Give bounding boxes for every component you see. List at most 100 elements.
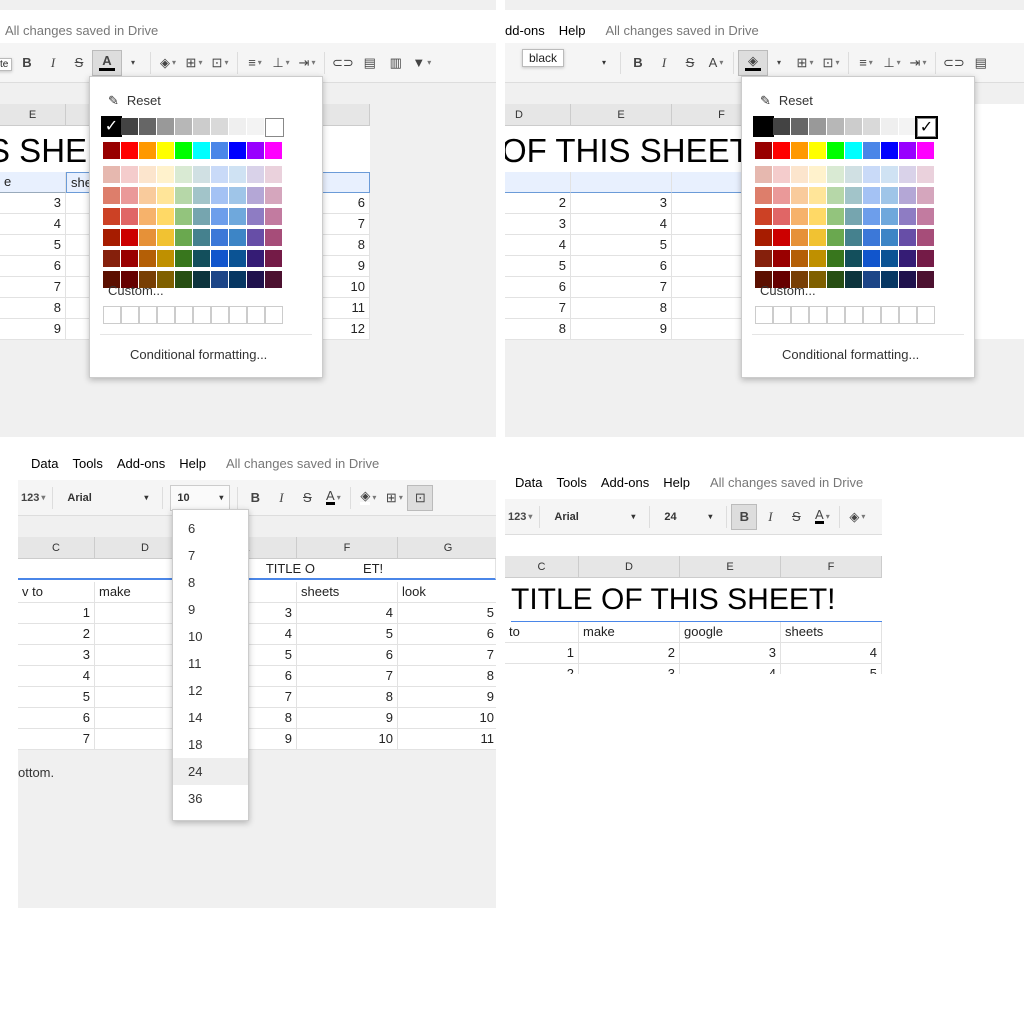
color-swatch[interactable] xyxy=(103,229,120,246)
color-swatch[interactable] xyxy=(247,271,264,288)
cell[interactable]: 2 xyxy=(579,643,680,664)
cell[interactable] xyxy=(66,193,90,214)
cell[interactable]: 4 xyxy=(781,643,882,664)
font-size-option[interactable]: 11 xyxy=(173,650,248,677)
color-swatch[interactable] xyxy=(863,187,880,204)
font-size-option[interactable]: 12 xyxy=(173,677,248,704)
color-swatch[interactable] xyxy=(863,166,880,183)
color-swatch[interactable] xyxy=(175,208,192,225)
cell[interactable] xyxy=(66,235,90,256)
column-header[interactable]: E xyxy=(680,556,781,578)
cell[interactable] xyxy=(66,319,90,340)
color-swatch[interactable] xyxy=(791,166,808,183)
color-swatch[interactable] xyxy=(917,166,934,183)
font-size-select[interactable]: 24 ▾ xyxy=(657,503,720,530)
color-swatch[interactable] xyxy=(103,187,120,204)
color-swatch[interactable] xyxy=(809,142,826,159)
custom-color-swatch[interactable] xyxy=(755,306,773,324)
color-swatch[interactable] xyxy=(157,250,174,267)
strikethrough-button[interactable]: S xyxy=(294,485,320,511)
cell[interactable]: 9 xyxy=(398,687,496,708)
color-swatch[interactable] xyxy=(193,271,210,288)
cell[interactable]: v to xyxy=(18,582,95,603)
color-swatch[interactable] xyxy=(755,208,772,225)
color-swatch[interactable] xyxy=(139,229,156,246)
cell[interactable]: 3 xyxy=(571,193,672,214)
color-swatch[interactable] xyxy=(175,118,192,135)
cell[interactable]: 6 xyxy=(571,256,672,277)
comment-button[interactable]: ▤ xyxy=(357,50,383,76)
color-swatch[interactable] xyxy=(265,166,282,183)
color-swatch[interactable] xyxy=(917,229,934,246)
custom-color-swatch[interactable] xyxy=(193,306,211,324)
cell[interactable]: 1 xyxy=(505,643,579,664)
font-family-select[interactable]: Arial ▾ xyxy=(60,484,156,511)
cell[interactable]: 8 xyxy=(505,319,571,340)
color-swatch[interactable] xyxy=(121,229,138,246)
color-swatch[interactable]: ✓ xyxy=(101,116,122,137)
italic-button[interactable]: I xyxy=(651,50,677,76)
strikethrough-button[interactable]: S xyxy=(66,50,92,76)
color-swatch[interactable] xyxy=(175,142,192,159)
color-swatch[interactable] xyxy=(193,142,210,159)
menu-addons[interactable]: dd-ons xyxy=(505,23,545,38)
color-swatch[interactable] xyxy=(121,118,138,135)
cell[interactable]: 4 xyxy=(680,664,781,674)
color-swatch[interactable] xyxy=(157,229,174,246)
color-swatch[interactable] xyxy=(157,142,174,159)
align-button[interactable]: ≡ ▾ xyxy=(853,50,879,76)
cell[interactable]: 4 xyxy=(0,214,66,235)
menu-help[interactable]: Help xyxy=(559,23,586,38)
cell[interactable]: 6 xyxy=(505,277,571,298)
custom-color-swatch[interactable] xyxy=(791,306,809,324)
fill-color-button[interactable]: ◈ ▾ xyxy=(355,485,381,511)
cell[interactable]: 3 xyxy=(18,645,95,666)
color-swatch[interactable] xyxy=(121,208,138,225)
cell[interactable]: 6 xyxy=(18,708,95,729)
column-header[interactable]: D xyxy=(505,104,571,126)
reset-color-item[interactable]: ✎ Reset xyxy=(108,93,161,109)
cell[interactable]: 7 xyxy=(571,277,672,298)
cell[interactable]: 5 xyxy=(18,687,95,708)
color-swatch[interactable] xyxy=(103,250,120,267)
merge-cells-button[interactable]: ⊡ xyxy=(407,484,434,511)
cell[interactable]: 5 xyxy=(781,664,882,674)
color-swatch[interactable] xyxy=(791,208,808,225)
color-swatch[interactable] xyxy=(247,208,264,225)
borders-button[interactable]: ⊞ ▾ xyxy=(792,50,818,76)
color-swatch[interactable] xyxy=(863,271,880,288)
text-color-button[interactable]: A ▾ xyxy=(703,50,729,76)
cell[interactable]: 7 xyxy=(398,645,496,666)
color-swatch[interactable] xyxy=(881,208,898,225)
color-swatch[interactable] xyxy=(211,142,228,159)
color-swatch[interactable] xyxy=(229,118,246,135)
color-swatch[interactable] xyxy=(881,229,898,246)
color-swatch[interactable] xyxy=(139,250,156,267)
color-swatch[interactable] xyxy=(755,229,772,246)
menu-data[interactable]: Data xyxy=(31,456,58,471)
fill-color-button[interactable]: ◈ xyxy=(738,49,768,76)
filter-button[interactable]: ▼ ▾ xyxy=(409,50,435,76)
font-size-option[interactable]: 9 xyxy=(173,596,248,623)
color-swatch[interactable] xyxy=(845,187,862,204)
color-swatch[interactable] xyxy=(265,187,282,204)
cell[interactable]: 7 xyxy=(0,277,66,298)
column-header[interactable]: F xyxy=(781,556,882,578)
color-swatch[interactable] xyxy=(827,250,844,267)
color-swatch[interactable] xyxy=(193,208,210,225)
cell[interactable] xyxy=(66,256,90,277)
color-swatch[interactable] xyxy=(809,118,826,135)
menu-help[interactable]: Help xyxy=(179,456,206,471)
custom-color-swatch[interactable] xyxy=(809,306,827,324)
color-swatch[interactable] xyxy=(845,118,862,135)
color-swatch[interactable]: ✓ xyxy=(915,116,938,139)
column-header[interactable]: C xyxy=(18,537,95,559)
color-swatch[interactable] xyxy=(881,187,898,204)
custom-color-swatch[interactable] xyxy=(247,306,265,324)
color-swatch[interactable] xyxy=(773,118,790,135)
color-swatch[interactable] xyxy=(265,229,282,246)
color-swatch[interactable] xyxy=(863,142,880,159)
cell[interactable]: 11 xyxy=(398,729,496,750)
color-swatch[interactable] xyxy=(791,187,808,204)
color-swatch[interactable] xyxy=(809,187,826,204)
